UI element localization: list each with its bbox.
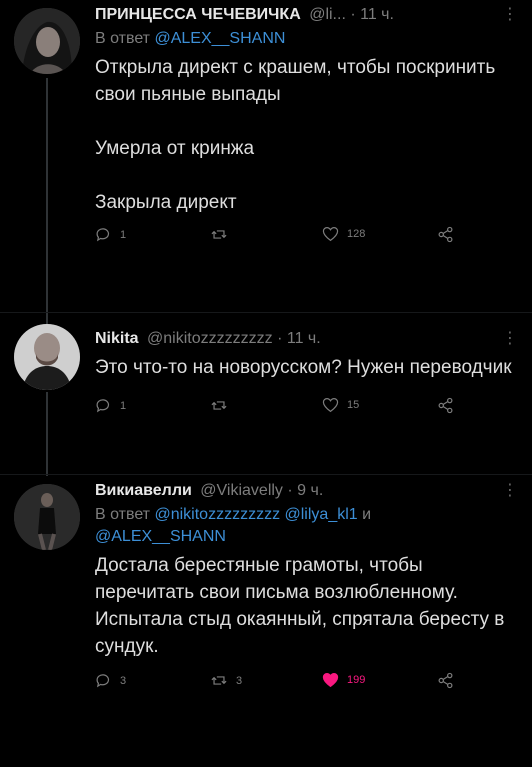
like-count: 128 <box>347 228 366 240</box>
tweet-text: Достала берестяные грамоты, чтобы перечи… <box>95 555 505 657</box>
thread-line <box>46 78 48 333</box>
reply-count: 3 <box>120 674 127 687</box>
more-options-icon[interactable]: ⋮ <box>502 328 518 350</box>
share-button[interactable] <box>437 672 454 689</box>
tweet-actions: 3 3 199 <box>95 672 518 698</box>
author-name[interactable]: Nikita <box>95 330 139 347</box>
like-count: 199 <box>347 674 366 686</box>
like-button[interactable]: 128 <box>322 226 365 242</box>
tweet-header: Викиавелли @Vikiavelly · 9 ч. ⋮ <box>95 480 518 502</box>
heart-filled-icon <box>322 673 339 688</box>
more-options-icon[interactable]: ⋮ <box>502 4 518 26</box>
retweet-icon <box>211 676 227 685</box>
reply-button[interactable]: 3 <box>95 672 126 689</box>
author-name[interactable]: Викиавелли <box>95 482 192 499</box>
author-name[interactable]: ПРИНЦЕССА ЧЕЧЕВИЧКА <box>95 6 301 23</box>
tweet-text: Открыла директ с крашем, чтобы поскринит… <box>95 57 496 213</box>
reply-icon <box>96 228 110 242</box>
thread-line <box>46 392 48 476</box>
reply-count: 1 <box>120 399 127 412</box>
more-options-icon[interactable]: ⋮ <box>502 480 518 502</box>
share-icon <box>438 397 453 414</box>
heart-icon <box>322 227 339 242</box>
reply-context: В ответ @ALEX__SHANN <box>95 30 286 47</box>
tweet-text: Это что-то на новорусском? Нужен перевод… <box>95 357 512 378</box>
mention-link[interactable]: @ALEX__SHANN <box>95 528 226 545</box>
author-handle[interactable]: @li... <box>309 6 346 23</box>
avatar[interactable] <box>14 8 80 74</box>
retweet-button[interactable]: 3 <box>210 672 242 689</box>
reply-icon <box>96 399 110 413</box>
mention-link[interactable]: @nikitozzzzzzzzz @lilya_kl1 <box>154 506 357 523</box>
heart-icon <box>322 398 339 413</box>
tweet-actions: 1 15 <box>95 397 518 423</box>
tweet-header: ПРИНЦЕССА ЧЕЧЕВИЧКА @li... · 11 ч. ⋮ <box>95 4 518 26</box>
retweet-button[interactable] <box>210 397 236 414</box>
avatar[interactable] <box>14 484 80 550</box>
retweet-count: 3 <box>236 674 243 687</box>
tweet-header: Nikita @nikitozzzzzzzzz · 11 ч. ⋮ <box>95 328 518 350</box>
like-button[interactable]: 15 <box>322 397 359 413</box>
share-button[interactable] <box>437 397 454 414</box>
tweet-actions: 1 128 <box>95 226 518 252</box>
timestamp[interactable]: · 11 ч. <box>350 6 394 23</box>
reply-context: В ответ @nikitozzzzzzzzz @lilya_kl1 и @A… <box>95 506 372 545</box>
reply-icon <box>96 674 110 688</box>
author-handle[interactable]: @nikitozzzzzzzzz <box>147 330 273 347</box>
timestamp[interactable]: · 9 ч. <box>287 482 323 499</box>
share-icon <box>438 226 453 243</box>
like-count: 15 <box>347 399 360 411</box>
avatar[interactable] <box>14 324 80 390</box>
author-handle[interactable]: @Vikiavelly <box>200 482 283 499</box>
retweet-icon <box>211 401 227 410</box>
mention-link[interactable]: @ALEX__SHANN <box>154 30 285 47</box>
divider <box>0 312 532 313</box>
share-button[interactable] <box>437 226 454 243</box>
retweet-icon <box>211 230 227 239</box>
reply-button[interactable]: 1 <box>95 397 126 414</box>
like-button[interactable]: 199 <box>322 672 365 688</box>
timestamp[interactable]: · 11 ч. <box>277 330 321 347</box>
retweet-button[interactable] <box>210 226 236 243</box>
divider <box>0 474 532 475</box>
share-icon <box>438 672 453 689</box>
reply-button[interactable]: 1 <box>95 226 126 243</box>
reply-count: 1 <box>120 228 127 241</box>
